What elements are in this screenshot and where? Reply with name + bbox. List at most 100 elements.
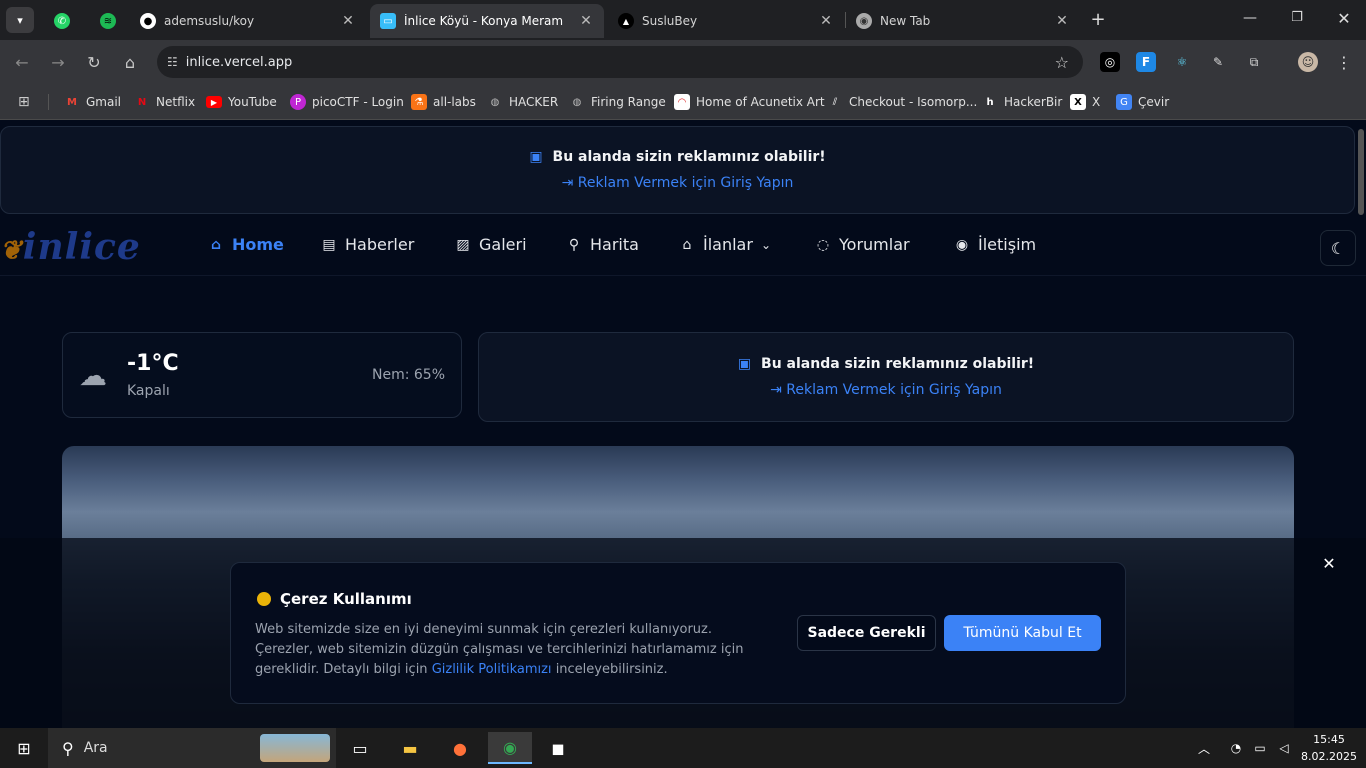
tab-suslubey[interactable]: ▲ SusluBey ✕ bbox=[608, 4, 844, 38]
bookmark-netflix[interactable]: N Netflix bbox=[134, 92, 195, 112]
necessary-only-button[interactable]: Sadece Gerekli bbox=[797, 615, 936, 651]
close-icon[interactable]: ✕ bbox=[340, 13, 356, 29]
extension-camera-icon[interactable]: ◎ bbox=[1100, 52, 1120, 72]
nav-label: Haberler bbox=[345, 235, 415, 254]
cookie-close-button[interactable]: ✕ bbox=[1320, 554, 1338, 573]
bookmarks-bar: ⊞ M Gmail N Netflix ▶ YouTube P picoCTF … bbox=[0, 84, 1366, 120]
minimize-button[interactable]: — bbox=[1240, 10, 1260, 30]
nav-home[interactable]: ⌂ Home bbox=[208, 235, 284, 254]
bookmark-translate[interactable]: G Çevir bbox=[1116, 92, 1169, 112]
bookmark-firing-range[interactable]: ◍ Firing Range bbox=[569, 92, 666, 112]
restore-button[interactable]: ❐ bbox=[1287, 10, 1307, 30]
bookmark-checkout[interactable]: ⫽ Checkout - Isomorp... bbox=[827, 92, 978, 112]
triangle-icon: ▲ bbox=[618, 13, 634, 29]
file-explorer-button[interactable]: ▬ bbox=[390, 732, 430, 764]
search-placeholder: Ara bbox=[83, 740, 108, 756]
home-icon: ⌂ bbox=[124, 52, 136, 72]
tab-github[interactable]: ● ademsuslu/koy ✕ bbox=[130, 4, 366, 38]
nav-haberler[interactable]: ▤ Haberler bbox=[321, 235, 414, 254]
chrome-taskbar-button[interactable]: ◉ bbox=[488, 732, 532, 764]
reload-button[interactable]: ↻ bbox=[82, 50, 106, 74]
page-scrollbar[interactable] bbox=[1358, 129, 1364, 215]
tab-new-tab[interactable]: ◉ New Tab ✕ bbox=[846, 4, 1080, 38]
bookmark-label: Çevir bbox=[1138, 95, 1170, 109]
site-navbar: ❦inlice ⌂ Home ▤ Haberler ▨ Galeri ⚲ Har… bbox=[0, 218, 1366, 276]
app-taskbar-button[interactable]: ◼ bbox=[538, 732, 578, 764]
taskbar-clock[interactable]: 15:45 8.02.2025 bbox=[1300, 731, 1358, 765]
site-info-icon[interactable]: ☷ bbox=[167, 55, 178, 69]
forward-button[interactable]: → bbox=[46, 50, 70, 74]
close-icon[interactable]: ✕ bbox=[818, 13, 834, 29]
site-logo[interactable]: ❦inlice bbox=[0, 226, 141, 268]
site-icon: ▭ bbox=[380, 13, 396, 29]
bookmark-picoctf[interactable]: P picoCTF - Login bbox=[290, 92, 404, 112]
nav-galeri[interactable]: ▨ Galeri bbox=[455, 235, 527, 254]
page-viewport: ▣ Bu alanda sizin reklamınız olabilir! ⇥… bbox=[0, 121, 1366, 728]
search-highlight-image bbox=[260, 734, 330, 762]
extension-fi-icon[interactable]: F bbox=[1136, 52, 1156, 72]
show-hidden-icons-button[interactable]: ︿ bbox=[1192, 732, 1216, 764]
bookmark-x[interactable]: X X bbox=[1070, 92, 1100, 112]
close-icon[interactable]: ✕ bbox=[578, 13, 594, 29]
window-close-button[interactable]: ✕ bbox=[1334, 9, 1354, 29]
volume-button[interactable]: ◁ bbox=[1272, 732, 1296, 764]
reload-icon: ↻ bbox=[87, 52, 101, 72]
profile-avatar[interactable]: ☺ bbox=[1298, 52, 1318, 72]
tab-spotify[interactable]: ≋ bbox=[90, 4, 126, 38]
bookmark-label: Checkout - Isomorp... bbox=[849, 95, 978, 109]
close-icon[interactable]: ✕ bbox=[1054, 13, 1070, 29]
bookmark-label: YouTube bbox=[228, 95, 277, 109]
new-tab-button[interactable]: + bbox=[1088, 10, 1108, 30]
theme-toggle-button[interactable]: ☾ bbox=[1320, 230, 1356, 266]
firefox-button[interactable]: ● bbox=[440, 732, 480, 764]
privacy-policy-link[interactable]: Gizlilik Politikamızı bbox=[432, 662, 552, 677]
checkout-icon: ⫽ bbox=[832, 96, 838, 108]
bookmark-star-icon[interactable]: ☆ bbox=[1055, 53, 1069, 72]
bookmark-label: HACKER bbox=[509, 95, 559, 109]
extension-eyedropper-icon[interactable]: ✎ bbox=[1208, 52, 1228, 72]
bookmark-all-labs[interactable]: ⚗ all-labs bbox=[411, 92, 476, 112]
extension-react-icon[interactable]: ⚛ bbox=[1172, 52, 1192, 72]
wheat-icon: ❦ bbox=[0, 236, 23, 266]
bookmark-acunetix[interactable]: ◠ Home of Acunetix Art bbox=[674, 92, 825, 112]
battery-button[interactable]: ▭ bbox=[1248, 732, 1272, 764]
accept-all-button[interactable]: Tümünü Kabul Et bbox=[944, 615, 1101, 651]
nav-label: Galeri bbox=[479, 235, 527, 254]
cookie-text-part: inceleyebilirsiniz. bbox=[555, 662, 668, 677]
clock-time: 15:45 bbox=[1313, 733, 1345, 746]
bookmark-gmail[interactable]: M Gmail bbox=[64, 92, 121, 112]
ad-login-link[interactable]: ⇥ Reklam Vermek için Giriş Yapın bbox=[562, 175, 794, 191]
cookie-icon bbox=[257, 592, 271, 606]
weather-humidity: Nem: 65% bbox=[371, 367, 445, 383]
network-button[interactable]: ◔ bbox=[1224, 732, 1248, 764]
bookmark-label: Home of Acunetix Art bbox=[696, 95, 825, 109]
bookmark-label: X bbox=[1092, 95, 1101, 109]
back-button[interactable]: ← bbox=[10, 50, 34, 74]
nav-yorumlar[interactable]: ◌ Yorumlar bbox=[815, 235, 910, 254]
tab-whatsapp[interactable]: ✆ bbox=[44, 4, 80, 38]
apps-grid-icon[interactable]: ⊞ bbox=[18, 92, 30, 112]
extensions-puzzle-icon[interactable]: ⧉ bbox=[1244, 52, 1264, 72]
whatsapp-icon: ✆ bbox=[54, 13, 70, 29]
task-view-button[interactable]: ▭ bbox=[340, 732, 380, 764]
weather-temp: -1°C bbox=[127, 351, 179, 376]
wifi-icon: ◔ bbox=[1230, 741, 1242, 755]
bookmark-hacker[interactable]: ◍ HACKER bbox=[487, 92, 559, 112]
bookmark-hackerbir[interactable]: h HackerBir bbox=[982, 92, 1062, 112]
logo-text: inlice bbox=[22, 226, 141, 268]
nav-iletisim[interactable]: ◉ İletişim bbox=[954, 235, 1036, 254]
nav-harita[interactable]: ⚲ Harita bbox=[566, 235, 639, 254]
ad-login-link[interactable]: ⇥ Reklam Vermek için Giriş Yapın bbox=[770, 382, 1002, 398]
youtube-icon: ▶ bbox=[206, 96, 222, 108]
ad-icon: ▣ bbox=[529, 149, 543, 165]
menu-kebab-icon[interactable]: ⋮ bbox=[1334, 52, 1354, 72]
nav-ilanlar[interactable]: ⌂ İlanlar ⌄ bbox=[679, 235, 771, 254]
taskbar-search[interactable]: ⚲ Ara bbox=[48, 728, 336, 768]
bookmark-youtube[interactable]: ▶ YouTube bbox=[206, 92, 277, 112]
netflix-icon: N bbox=[137, 96, 147, 108]
start-button[interactable]: ⊞ bbox=[4, 732, 44, 764]
tab-inlice[interactable]: ▭ İnlice Köyü - Konya Meram ✕ bbox=[370, 4, 604, 38]
tab-search-button[interactable]: ▾ bbox=[6, 7, 34, 33]
address-bar[interactable]: ☷ inlice.vercel.app ☆ bbox=[157, 46, 1083, 78]
home-button[interactable]: ⌂ bbox=[118, 50, 142, 74]
